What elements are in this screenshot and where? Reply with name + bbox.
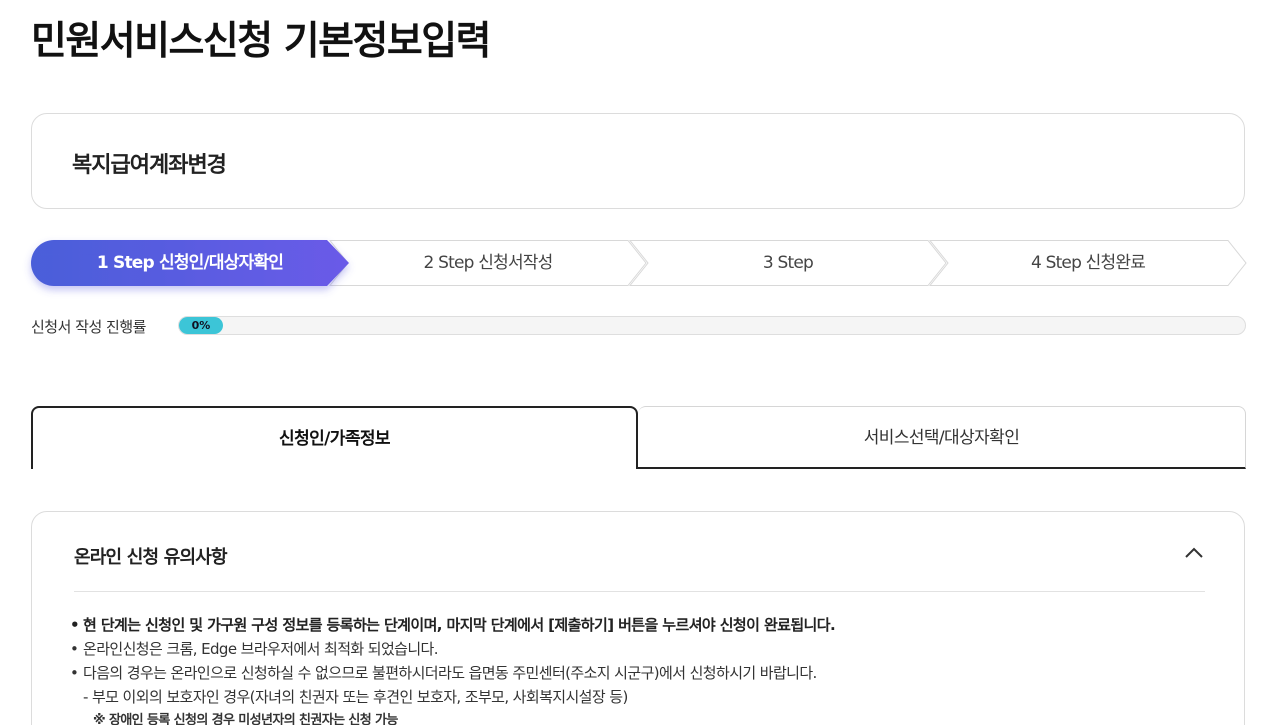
progress-bar: 0% (178, 316, 1246, 335)
step-4-label: 4 Step 신청완료 (1030, 253, 1146, 273)
notice-item-text: ※ 장애인 등록 신청의 경우 미성년자의 친권자는 신청 가능 (93, 713, 398, 725)
tab-applicant-family-info[interactable]: 신청인/가족정보 (31, 406, 638, 469)
list-item: • 온라인신청은 크롬, Edge 브라우저에서 최적화 되었습니다. (70, 637, 1210, 661)
list-item: - 부모 이외의 보호자인 경우(자녀의 친권자 또는 후견인 보호자, 조부모… (70, 685, 1210, 709)
notice-item-text: 온라인신청은 크롬, Edge 브라우저에서 최적화 되었습니다. (83, 640, 439, 658)
notice-item-text: - 부모 이외의 보호자인 경우(자녀의 친권자 또는 후견인 보호자, 조부모… (83, 688, 628, 706)
page-title: 민원서비스신청 기본정보입력 (31, 19, 492, 64)
notice-title: 온라인 신청 유의사항 (74, 547, 228, 568)
notice-item-text: 다음의 경우는 온라인으로 신청하실 수 없으므로 불편하시더라도 읍면동 주민… (83, 664, 817, 682)
notice-divider (74, 591, 1205, 592)
list-item: ※ 장애인 등록 신청의 경우 미성년자의 친권자는 신청 가능 (70, 709, 1210, 725)
service-name: 복지급여계좌변경 (72, 153, 227, 178)
step-1-label: 1 Step 신청인/대상자확인 (96, 253, 284, 273)
bullet-icon: • (70, 616, 80, 634)
step-3-label: 3 Step (762, 253, 814, 273)
bullet-icon: • (70, 664, 79, 682)
progress-value: 0% (191, 319, 211, 332)
notice-item-text: 현 단계는 신청인 및 가구원 구성 정보를 등록하는 단계이며, 마지막 단계… (83, 616, 836, 634)
notice-panel: 온라인 신청 유의사항 • 현 단계는 신청인 및 가구원 구성 정보를 등록하는… (31, 511, 1245, 725)
step-2-label: 2 Step 신청서작성 (423, 253, 554, 273)
list-item: • 다음의 경우는 온라인으로 신청하실 수 없으므로 불편하시더라도 읍면동 주… (70, 661, 1210, 685)
chevron-up-icon[interactable] (1184, 546, 1204, 560)
notice-list: • 현 단계는 신청인 및 가구원 구성 정보를 등록하는 단계이며, 마지막 단… (70, 613, 1210, 725)
service-name-box: 복지급여계좌변경 (31, 113, 1245, 209)
list-item: • 현 단계는 신청인 및 가구원 구성 정보를 등록하는 단계이며, 마지막 단… (70, 613, 1210, 637)
step-indicator: 1 Step 신청인/대상자확인 2 Step 신청서작성 3 Step 4 S… (31, 240, 1247, 286)
tab-service-selection[interactable]: 서비스선택/대상자확인 (638, 406, 1246, 469)
bullet-icon: • (70, 640, 79, 658)
progress-label: 신청서 작성 진행률 (31, 318, 146, 336)
